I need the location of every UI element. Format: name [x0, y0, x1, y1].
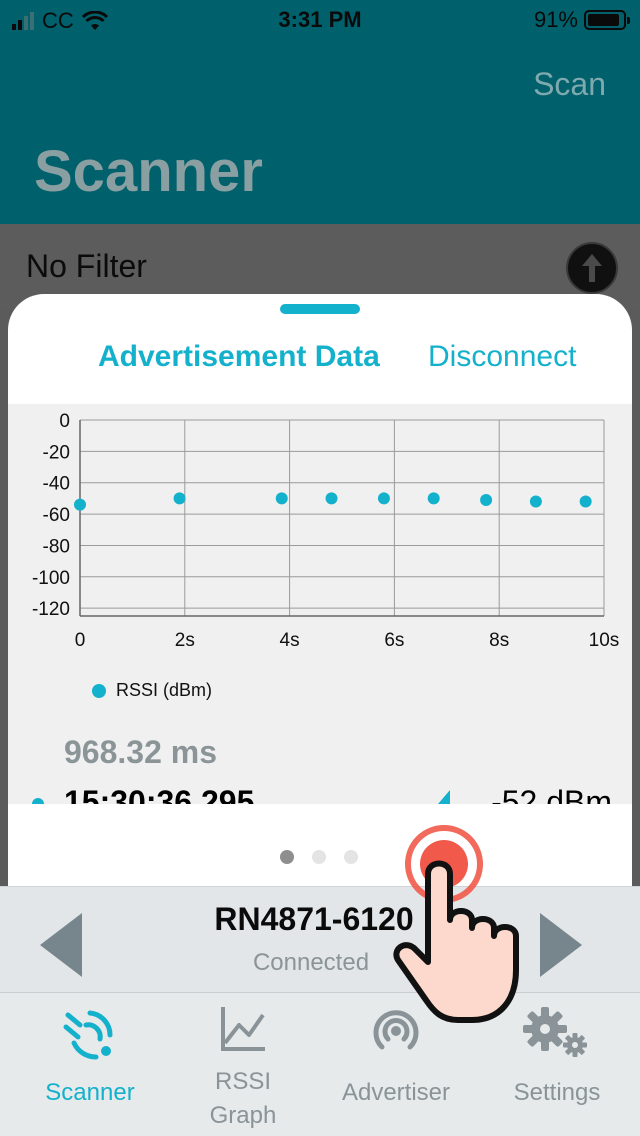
- rssi-data-point: [377, 492, 390, 505]
- y-tick-label: -80: [43, 536, 70, 557]
- page-indicator[interactable]: [280, 850, 358, 864]
- packet-row: 15:30:36.295 -52 dBm: [8, 774, 632, 804]
- rssi-data-point: [427, 492, 440, 505]
- arrow-up-icon: [582, 254, 602, 282]
- rssi-data-point: [529, 495, 542, 508]
- y-tick-label: -40: [43, 474, 70, 495]
- page-dot[interactable]: [280, 850, 294, 864]
- page-title: Scanner: [34, 139, 263, 204]
- x-tick-label: 10s: [589, 630, 620, 651]
- battery-percent: 91%: [533, 7, 578, 32]
- scan-button[interactable]: Scan: [533, 66, 606, 103]
- y-tick-label: -100: [32, 568, 70, 589]
- y-tick-label: -120: [32, 599, 70, 620]
- rssi-data-point: [74, 498, 86, 511]
- legend-label: RSSI (dBm): [116, 680, 213, 700]
- battery-icon: [584, 10, 630, 30]
- touch-pointer-icon: [393, 825, 519, 1023]
- sheet-grabber[interactable]: [280, 304, 360, 314]
- legend-marker: [92, 683, 106, 698]
- tab-label: Advertiser: [341, 1079, 451, 1106]
- tab-scanner[interactable]: Scanner: [0, 993, 180, 1136]
- x-tick-label: 2s: [175, 630, 195, 651]
- tab-rssi-graph[interactable]: RSSI Graph: [168, 993, 318, 1136]
- x-tick-label: 4s: [280, 630, 300, 651]
- device-detail-sheet: Advertisement Data Disconnect 0 -20 -40 -60…: [8, 294, 632, 894]
- y-tick-label: -20: [43, 442, 70, 463]
- packet-marker-icon: [32, 798, 44, 804]
- navigation-header: Scan Scanner: [0, 40, 640, 224]
- rssi-data-point: [480, 493, 493, 506]
- packet-rssi: -52 dBm: [491, 784, 612, 804]
- tab-label: Scanner: [45, 1079, 135, 1106]
- x-tick-label: 0: [75, 630, 86, 651]
- rssi-data-point: [579, 495, 592, 508]
- page-dot[interactable]: [344, 850, 358, 864]
- signal-triangle-icon: [438, 790, 450, 804]
- tab-advertisement-data[interactable]: Advertisement Data: [98, 340, 380, 374]
- tab-label: Settings: [513, 1079, 601, 1106]
- scanner-waves-icon: [63, 1010, 113, 1060]
- rssi-data-point: [275, 492, 288, 505]
- x-tick-label: 8s: [489, 630, 509, 651]
- y-tick-label: -60: [43, 505, 70, 526]
- chart-legend: RSSI (dBm): [92, 680, 212, 701]
- advertising-interval: 968.32 ms: [64, 734, 218, 770]
- page-dot[interactable]: [312, 850, 326, 864]
- line-graph-icon: [221, 1007, 265, 1051]
- y-tick-label: 0: [59, 411, 70, 432]
- rssi-data-point: [173, 492, 186, 505]
- disconnect-button[interactable]: Disconnect: [428, 340, 576, 374]
- rssi-data-point: [325, 492, 338, 505]
- x-tick-label: 6s: [384, 630, 404, 651]
- filter-label: No Filter: [26, 248, 147, 284]
- tab-label-line1: RSSI: [214, 1068, 271, 1095]
- scroll-up-button[interactable]: [566, 242, 618, 294]
- tab-label-line2: Graph: [209, 1102, 277, 1129]
- packet-timestamp: 15:30:36.295: [64, 784, 255, 804]
- status-bar: CC 3:31 PM 91%: [0, 0, 640, 40]
